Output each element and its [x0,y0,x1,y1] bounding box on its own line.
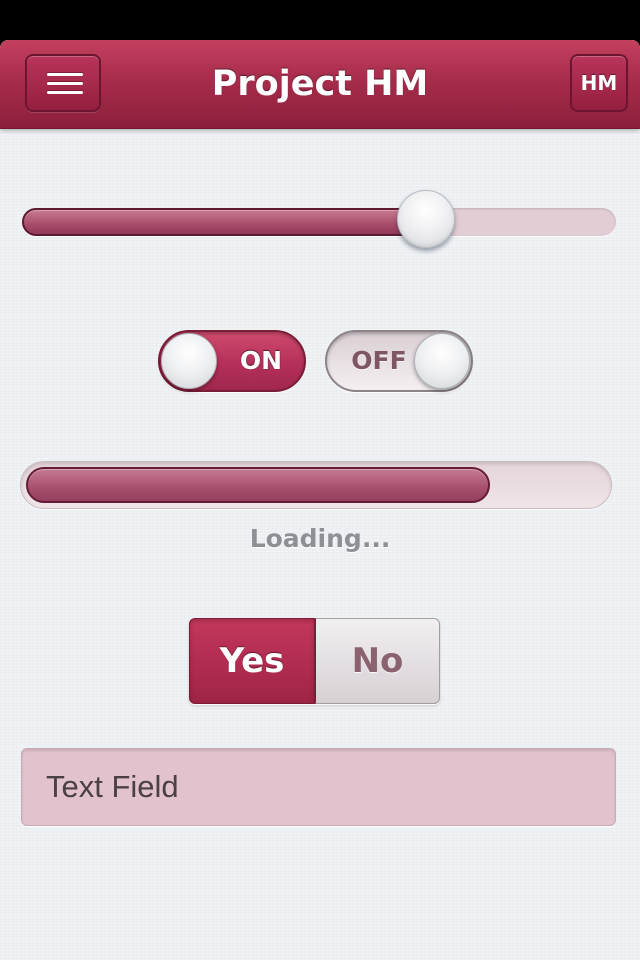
slider-thumb[interactable] [396,190,455,248]
toggle-label: OFF [351,346,407,375]
toggle-knob [161,333,217,389]
status-bar [0,0,640,40]
text-input[interactable] [21,748,616,826]
slider-fill [22,208,426,236]
progress-bar [20,461,612,509]
yes-no-segmented-control: Yes No [189,618,440,704]
app-window: Project HM HM ON OFF Loading... Yes No [0,40,640,960]
profile-button[interactable]: HM [570,54,628,112]
toggle-label: ON [239,346,283,375]
segment-no[interactable]: No [315,618,440,704]
menu-button[interactable] [25,54,101,112]
loading-status-text: Loading... [249,524,391,553]
segment-yes[interactable]: Yes [189,618,315,704]
phone-screen: Project HM HM ON OFF Loading... Yes No [0,0,640,960]
navigation-bar: Project HM HM [0,40,640,129]
toggle-switch-off[interactable]: OFF [325,330,473,392]
toggle-switch-on[interactable]: ON [158,330,306,392]
page-title: Project HM [211,64,429,104]
toggle-knob [414,333,470,389]
progress-fill [26,467,490,503]
slider-track[interactable] [22,208,616,236]
